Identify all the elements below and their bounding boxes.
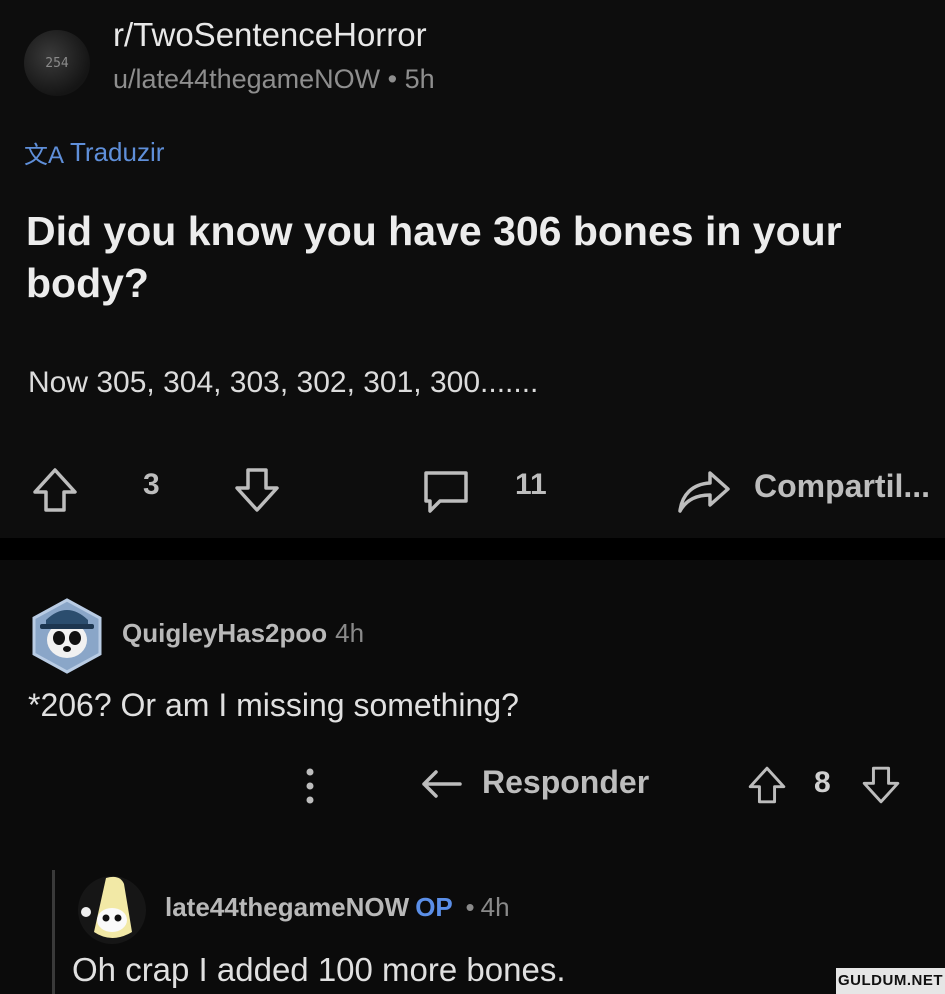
watermark: GULDUM.NET (836, 968, 945, 994)
commenter-avatar[interactable] (26, 594, 108, 676)
reply-author[interactable]: late44thegameNOW (165, 892, 409, 922)
comment-bubble-icon[interactable] (420, 467, 472, 517)
post-author[interactable]: u/late44thegameNOW (113, 64, 380, 94)
reply-body: Oh crap I added 100 more bones. (72, 951, 566, 988)
thread-line[interactable] (52, 870, 55, 994)
post-actions: 3 11 Compartil... (0, 455, 945, 525)
share-button[interactable]: Compartil... (754, 468, 930, 505)
post-title[interactable]: Did you know you have 306 bones in your … (26, 205, 886, 309)
comment-author[interactable]: QuigleyHas2poo (122, 618, 327, 648)
comment-meta: QuigleyHas2poo 4h (122, 618, 364, 649)
translate-label: Traduzir (70, 137, 165, 167)
reply-separator: • (465, 892, 475, 922)
share-arrow-icon[interactable] (676, 467, 732, 517)
comment-upvote-icon[interactable] (746, 764, 788, 806)
comment-actions: Responder 8 (0, 750, 945, 820)
reply-arrow-icon[interactable] (420, 768, 464, 802)
post-body: Now 305, 304, 303, 302, 301, 300....... (28, 366, 539, 399)
downvote-arrow-icon[interactable] (232, 465, 282, 515)
avatar-text: 254 (45, 55, 69, 71)
upvote-count: 3 (143, 468, 160, 501)
comment-count[interactable]: 11 (515, 468, 547, 502)
comment-score: 8 (814, 766, 831, 799)
reply-meta: late44thegameNOW OP • 4h (165, 892, 510, 923)
meta-separator: • (387, 64, 398, 94)
reply-button[interactable]: Responder (482, 764, 649, 801)
upvote-arrow-icon[interactable] (30, 465, 80, 515)
subreddit-avatar[interactable]: 254 (24, 30, 90, 96)
reply-author-avatar[interactable] (72, 870, 152, 950)
comment-body: *206? Or am I missing something? (28, 687, 519, 723)
post-card: 254 r/TwoSentenceHorror u/late44thegameN… (0, 0, 945, 540)
post-age: 5h (404, 64, 435, 94)
translate-button[interactable]: 文A Traduzir (24, 135, 164, 170)
translate-icon: 文A (24, 142, 65, 169)
op-badge: OP (415, 892, 453, 922)
comment-downvote-icon[interactable] (860, 764, 902, 806)
comment-age: 4h (335, 618, 365, 648)
more-options-icon[interactable] (300, 764, 320, 808)
section-divider (0, 538, 945, 560)
reply-age: 4h (480, 892, 510, 922)
subreddit-name[interactable]: r/TwoSentenceHorror (113, 16, 427, 54)
post-meta: u/late44thegameNOW • 5h (113, 64, 435, 95)
